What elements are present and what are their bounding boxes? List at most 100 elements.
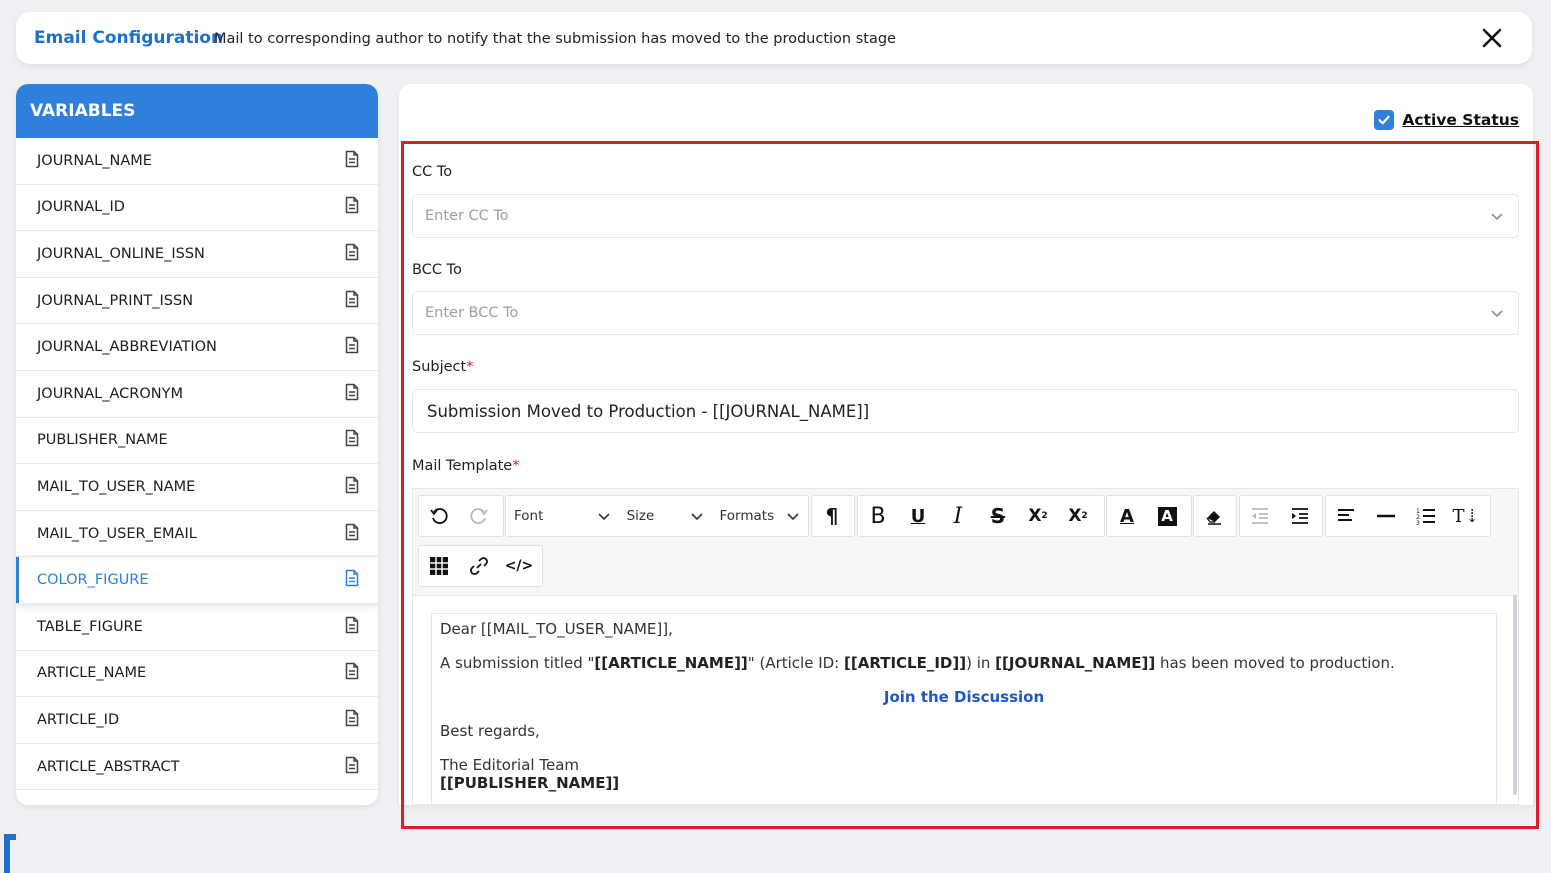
mail-closing: Best regards,	[440, 722, 540, 740]
close-icon[interactable]	[1480, 26, 1504, 50]
size-dropdown[interactable]: Size	[619, 496, 712, 536]
indent-icon[interactable]	[1280, 496, 1320, 536]
variable-item[interactable]: JOURNAL_ID	[16, 185, 378, 232]
editor-scrollbar[interactable]	[1513, 595, 1517, 795]
variable-item[interactable]: MAIL_TO_USER_NAME	[16, 464, 378, 511]
copy-file-icon[interactable]	[344, 709, 360, 731]
bold-icon[interactable]: B	[858, 496, 898, 536]
copy-file-icon[interactable]	[344, 150, 360, 172]
block-group: 123 T⇣	[1325, 495, 1491, 537]
variable-label: JOURNAL_PRINT_ISSN	[37, 292, 194, 309]
background-color-icon[interactable]: A	[1147, 496, 1187, 536]
clear-group	[1193, 495, 1237, 537]
corner-marker	[4, 834, 16, 873]
article-id-var: [[ARTICLE_ID]]	[844, 654, 967, 672]
variable-label: JOURNAL_NAME	[37, 152, 152, 169]
eraser-icon[interactable]	[1194, 496, 1234, 536]
underline-icon[interactable]: U	[898, 496, 938, 536]
bcc-label: BCC To	[412, 262, 462, 278]
copy-file-icon[interactable]	[344, 429, 360, 451]
mail-template-label: Mail Template*	[412, 458, 520, 474]
strikethrough-icon[interactable]: S	[978, 496, 1018, 536]
copy-file-icon[interactable]	[344, 476, 360, 498]
copy-file-icon[interactable]	[344, 523, 360, 545]
variable-label: JOURNAL_ID	[37, 199, 125, 216]
italic-icon[interactable]: I	[938, 496, 978, 536]
modal-title: Email Configuration	[34, 28, 224, 48]
horizontal-rule-icon[interactable]	[1366, 496, 1406, 536]
variable-item[interactable]: JOURNAL_ACRONYM	[16, 371, 378, 418]
join-discussion-link[interactable]: Join the Discussion	[884, 688, 1044, 706]
required-mark: *	[466, 359, 474, 375]
variable-item[interactable]: ARTICLE_ABSTRACT	[16, 744, 378, 791]
variable-label: MAIL_TO_USER_EMAIL	[37, 525, 197, 542]
variable-item[interactable]: TABLE_FIGURE	[16, 604, 378, 651]
chevron-down-icon[interactable]	[1490, 306, 1504, 324]
table-icon[interactable]	[419, 546, 459, 586]
mail-team: The Editorial Team	[440, 756, 579, 774]
article-name-var: [[ARTICLE_NAME]]	[594, 654, 748, 672]
variables-panel: VARIABLES JOURNAL_NAME JOURNAL_ID JOURNAL_…	[16, 84, 378, 805]
variable-item[interactable]: COLOR_FIGURE	[16, 557, 378, 604]
indent-group	[1239, 495, 1323, 537]
modal-header: Email Configuration Mail to correspondin…	[16, 12, 1532, 64]
variable-item[interactable]: ARTICLE_ID	[16, 697, 378, 744]
discussion-link-row: Join the Discussion	[440, 690, 1488, 705]
variable-item[interactable]: ARTICLE_NAME	[16, 651, 378, 698]
variables-heading: VARIABLES	[16, 84, 378, 138]
mail-body-line: A submission titled "[[ARTICLE_NAME]]" (…	[440, 654, 1395, 672]
bcc-placeholder: Enter BCC To	[425, 305, 519, 321]
chevron-down-icon[interactable]	[1490, 209, 1504, 227]
copy-file-icon[interactable]	[344, 616, 360, 638]
mail-template-editor: Font Size Formats ¶ B U I S X2 X2 A A 1 …	[412, 488, 1519, 805]
copy-file-icon[interactable]	[344, 196, 360, 218]
chevron-down-icon	[598, 513, 610, 521]
variable-item[interactable]: JOURNAL_NAME	[16, 138, 378, 185]
insert-group: </>	[418, 545, 543, 587]
cc-select[interactable]: Enter CC To	[412, 194, 1519, 238]
ordered-list-icon[interactable]: 123	[1406, 496, 1446, 536]
variable-item[interactable]: JOURNAL_ABBREVIATION	[16, 324, 378, 371]
code-view-icon[interactable]: </>	[499, 546, 539, 586]
variable-item[interactable]: PUBLISHER_NAME	[16, 418, 378, 465]
copy-file-icon[interactable]	[344, 243, 360, 265]
copy-file-icon[interactable]	[344, 290, 360, 312]
variables-list: JOURNAL_NAME JOURNAL_ID JOURNAL_ONLINE_ISS…	[16, 138, 378, 791]
copy-file-icon[interactable]	[344, 662, 360, 684]
align-left-icon[interactable]	[1326, 496, 1366, 536]
publisher-name-var: [[PUBLISHER_NAME]]	[440, 774, 620, 792]
variable-item[interactable]: JOURNAL_ONLINE_ISSN	[16, 231, 378, 278]
variable-label: PUBLISHER_NAME	[37, 432, 168, 449]
unlink-icon[interactable]	[459, 546, 499, 586]
chevron-down-icon	[690, 513, 703, 521]
superscript-icon[interactable]: X2	[1058, 496, 1098, 536]
copy-file-icon[interactable]	[344, 756, 360, 778]
variable-item[interactable]: MAIL_TO_USER_EMAIL	[16, 511, 378, 558]
active-status-toggle[interactable]: Active Status	[1374, 110, 1519, 130]
mail-greeting: Dear [[MAIL_TO_USER_NAME]],	[440, 620, 673, 638]
copy-file-icon[interactable]	[344, 383, 360, 405]
active-status-checkbox[interactable]	[1374, 110, 1395, 130]
font-dropdown[interactable]: Font	[506, 496, 619, 536]
redo-icon[interactable]	[459, 496, 499, 536]
formats-dropdown[interactable]: Formats	[712, 496, 809, 536]
outdent-icon[interactable]	[1240, 496, 1280, 536]
svg-text:3: 3	[1416, 520, 1420, 525]
variable-item[interactable]: JOURNAL_PRINT_ISSN	[16, 278, 378, 325]
journal-name-var: [[JOURNAL_NAME]]	[995, 654, 1156, 672]
bcc-select[interactable]: Enter BCC To	[412, 291, 1519, 335]
paragraph-group: ¶	[811, 495, 855, 537]
line-height-icon[interactable]: T⇣	[1446, 496, 1486, 536]
history-group	[418, 495, 504, 537]
subject-input[interactable]: Submission Moved to Production - [[JOURN…	[412, 389, 1519, 433]
active-status-label[interactable]: Active Status	[1402, 111, 1519, 129]
undo-icon[interactable]	[419, 496, 459, 536]
copy-file-icon[interactable]	[344, 569, 360, 591]
editor-content[interactable]: Dear [[MAIL_TO_USER_NAME]], A submission…	[431, 613, 1497, 804]
color-group: A A	[1106, 495, 1192, 537]
text-color-icon[interactable]: A	[1107, 496, 1147, 536]
subscript-icon[interactable]: X2	[1018, 496, 1058, 536]
paragraph-icon[interactable]: ¶	[812, 496, 852, 536]
copy-file-icon[interactable]	[344, 336, 360, 358]
subject-label: Subject*	[412, 359, 474, 375]
